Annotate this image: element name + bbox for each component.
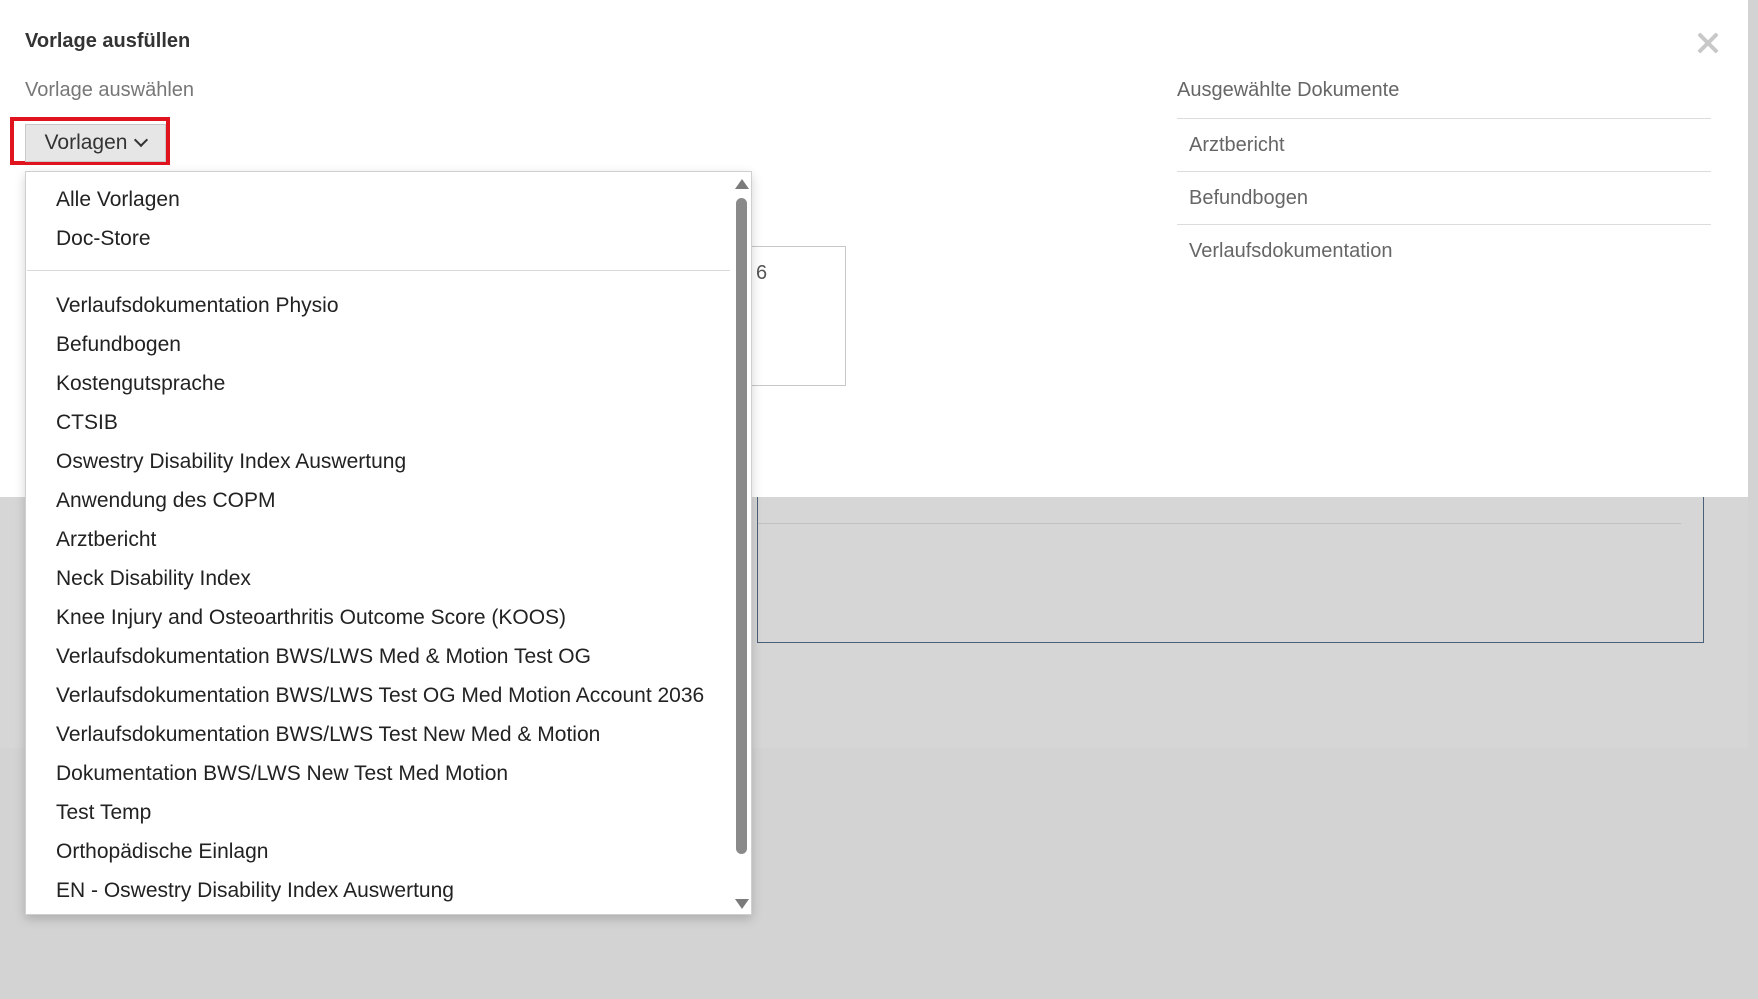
dropdown-item-doc-store[interactable]: Doc-Store (56, 227, 151, 251)
selected-documents-list: Arztbericht Befundbogen Verlaufsdokument… (1177, 118, 1711, 277)
dropdown-item[interactable]: Dokumentation BWS/LWS New Test Med Motio… (56, 762, 508, 786)
close-icon[interactable] (1695, 30, 1721, 56)
dropdown-item[interactable]: EN - Oswestry Disability Index Auswertun… (56, 879, 454, 903)
selected-document-item[interactable]: Verlaufsdokumentation (1177, 225, 1711, 277)
selected-document-item[interactable]: Arztbericht (1177, 119, 1711, 172)
background-card (757, 497, 1704, 643)
vorlagen-button-label: Vorlagen (44, 131, 128, 154)
dropdown-item[interactable]: Oswestry Disability Index Auswertung (56, 450, 406, 474)
chevron-down-icon (134, 132, 149, 148)
modal-title: Vorlage ausfüllen (25, 30, 191, 52)
dropdown-item[interactable]: Verlaufsdokumentation BWS/LWS Test New M… (56, 723, 600, 747)
vorlagen-dropdown-button[interactable]: Vorlagen (25, 124, 166, 162)
dropdown-item[interactable]: Neck Disability Index (56, 567, 251, 591)
dropdown-item[interactable]: Test Temp (56, 801, 151, 825)
scroll-thumb[interactable] (736, 198, 747, 854)
scroll-up-arrow-icon[interactable] (735, 179, 749, 189)
dropdown-item[interactable]: Verlaufsdokumentation Physio (56, 294, 339, 318)
dropdown-item[interactable]: Verlaufsdokumentation BWS/LWS Med & Moti… (56, 645, 591, 669)
selected-documents-title: Ausgewählte Dokumente (1177, 79, 1400, 101)
dropdown-item[interactable]: Anwendung des COPM (56, 489, 275, 513)
hidden-text-box-value: 6 (756, 262, 768, 284)
dropdown-item-alle-vorlagen[interactable]: Alle Vorlagen (56, 188, 180, 212)
dropdown-item[interactable]: Orthopädische Einlagn (56, 840, 268, 864)
dropdown-item[interactable]: Kostengutsprache (56, 372, 225, 396)
selected-document-item[interactable]: Befundbogen (1177, 172, 1711, 225)
scroll-down-arrow-icon[interactable] (735, 899, 749, 909)
select-template-label: Vorlage auswählen (25, 79, 195, 101)
dropdown-item[interactable]: Befundbogen (56, 333, 181, 357)
dropdown-item[interactable]: Knee Injury and Osteoarthritis Outcome S… (56, 606, 566, 630)
background-card-divider (758, 523, 1681, 524)
dropdown-item[interactable]: CTSIB (56, 411, 118, 435)
dropdown-divider (27, 270, 730, 271)
dropdown-item[interactable]: Arztbericht (56, 528, 156, 552)
dropdown-item[interactable]: Verlaufsdokumentation BWS/LWS Test OG Me… (56, 684, 704, 708)
dropdown-scrollbar[interactable] (732, 172, 751, 914)
vorlagen-dropdown-menu: Alle Vorlagen Doc-Store Verlaufsdokument… (25, 171, 752, 915)
